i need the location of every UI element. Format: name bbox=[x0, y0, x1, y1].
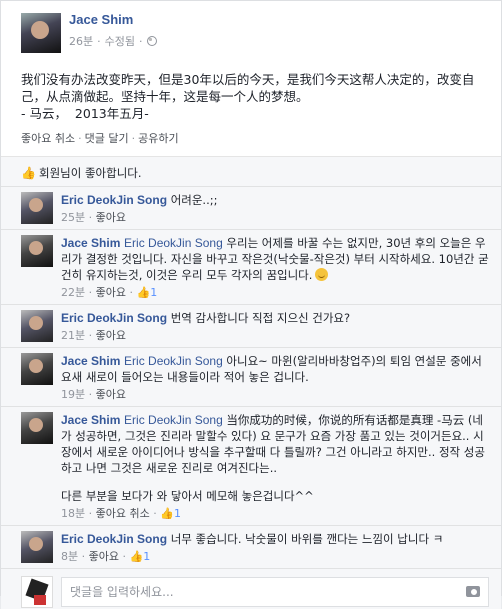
comment-placeholder: 댓글을 입력하세요... bbox=[70, 585, 174, 599]
unlike-link[interactable]: 취소 bbox=[130, 507, 150, 520]
thumbs-up-icon: 👍 bbox=[129, 550, 144, 563]
like-link[interactable]: 좋아요 bbox=[96, 388, 126, 401]
likes-text[interactable]: 회원님이 좋아합니다. bbox=[39, 165, 142, 181]
post-author[interactable]: Jace Shim bbox=[69, 11, 157, 29]
comment: Jace Shim Eric DeokJin Song 아니요~ 마윈(알리바바… bbox=[1, 348, 501, 407]
comment-author[interactable]: Eric DeokJin Song bbox=[61, 311, 167, 325]
unlike-button[interactable]: 좋아요 취소 bbox=[21, 132, 75, 145]
comment: Jace Shim Eric DeokJin Song 当你成功的时候，你说的所… bbox=[1, 407, 501, 526]
camera-icon[interactable] bbox=[466, 586, 480, 597]
globe-icon[interactable] bbox=[146, 36, 157, 46]
share-button[interactable]: 공유하기 bbox=[138, 132, 178, 145]
comment-author[interactable]: Jace Shim bbox=[61, 236, 120, 250]
post-text: 我们没有办法改变昨天，但是30年以后的今天，是我们今天这帮人决定的，改变自己，从… bbox=[21, 72, 475, 121]
avatar[interactable] bbox=[21, 412, 53, 444]
my-avatar[interactable] bbox=[21, 575, 53, 608]
like-count[interactable]: 1 bbox=[150, 286, 157, 299]
comment-text: 어려운..;; bbox=[170, 193, 218, 207]
post-time[interactable]: 26분 bbox=[69, 33, 93, 49]
comment: Eric DeokJin Song 번역 감사합니다 직접 지으신 건가요? 2… bbox=[1, 305, 501, 348]
like-link[interactable]: 좋아요 bbox=[89, 550, 119, 563]
avatar[interactable] bbox=[21, 235, 53, 267]
comment-time[interactable]: 8분 bbox=[61, 550, 78, 563]
mention-link[interactable]: Eric DeokJin Song bbox=[124, 413, 223, 427]
like-count[interactable]: 1 bbox=[174, 507, 181, 520]
avatar[interactable] bbox=[21, 192, 53, 224]
post-meta: 26분 · 수정됨 · bbox=[69, 33, 157, 49]
like-count[interactable]: 1 bbox=[143, 550, 150, 563]
comment-author[interactable]: Jace Shim bbox=[61, 413, 120, 427]
comment-author[interactable]: Eric DeokJin Song bbox=[61, 193, 167, 207]
comment-text-extra: 다른 부분을 보다가 와 닿아서 메모해 놓은겁니다^^ bbox=[61, 489, 314, 503]
avatar[interactable] bbox=[21, 531, 53, 563]
post-header: Jace Shim 26분 · 수정됨 · bbox=[21, 11, 489, 57]
like-link[interactable]: 좋아요 bbox=[96, 329, 126, 342]
avatar[interactable] bbox=[21, 353, 53, 385]
comment-button[interactable]: 댓글 달기 bbox=[85, 132, 129, 145]
post: Jace Shim 26분 · 수정됨 · 我们没有办法改变昨天，但是30年以后… bbox=[1, 1, 501, 150]
comment-input[interactable]: 댓글을 입력하세요... bbox=[61, 576, 489, 607]
avatar[interactable] bbox=[21, 310, 53, 342]
thumbs-up-icon: 👍 bbox=[136, 286, 151, 299]
author-avatar[interactable] bbox=[21, 13, 61, 53]
comment-author[interactable]: Eric DeokJin Song bbox=[61, 532, 167, 546]
mention-link[interactable]: Eric DeokJin Song bbox=[124, 354, 223, 368]
like-link[interactable]: 좋아요 bbox=[96, 211, 126, 224]
post-card: Jace Shim 26분 · 수정됨 · 我们没有办法改变昨天，但是30年以后… bbox=[0, 0, 502, 609]
reply-box: 댓글을 입력하세요... bbox=[1, 569, 501, 609]
thumbs-up-icon: 👍 bbox=[21, 165, 36, 180]
comment: Eric DeokJin Song 어려운..;; 25분 · 좋아요 bbox=[1, 187, 501, 230]
like-link[interactable]: 좋아요 bbox=[96, 507, 126, 520]
comment: Eric DeokJin Song 너무 좋습니다. 낙숫물이 바위를 깬다는 … bbox=[1, 526, 501, 569]
post-body: 我们没有办法改变昨天，但是30年以后的今天，是我们今天这帮人决定的，改变自己，从… bbox=[21, 71, 489, 122]
comment-time[interactable]: 19분 bbox=[61, 388, 85, 401]
post-actions: 좋아요 취소 · 댓글 달기 · 공유하기 bbox=[21, 132, 179, 145]
likes-summary: 👍 회원님이 좋아합니다. bbox=[1, 157, 501, 187]
smile-emoji-icon bbox=[315, 268, 329, 281]
like-link[interactable]: 좋아요 bbox=[96, 286, 126, 299]
comment-time[interactable]: 25분 bbox=[61, 211, 85, 224]
comment-text: 번역 감사합니다 직접 지으신 건가요? bbox=[170, 311, 351, 325]
comment-author[interactable]: Jace Shim bbox=[61, 354, 120, 368]
comment-time[interactable]: 18분 bbox=[61, 507, 85, 520]
thumbs-up-icon: 👍 bbox=[160, 507, 174, 520]
comments-area: 👍 회원님이 좋아합니다. Eric DeokJin Song 어려운..;; … bbox=[1, 156, 501, 609]
comment: Jace Shim Eric DeokJin Song 우리는 어제를 바꿀 수… bbox=[1, 230, 501, 305]
edited-link[interactable]: 수정됨 bbox=[105, 33, 135, 49]
mention-link[interactable]: Eric DeokJin Song bbox=[124, 236, 223, 250]
comment-time[interactable]: 22분 bbox=[61, 286, 85, 299]
comment-time[interactable]: 21분 bbox=[61, 329, 85, 342]
comment-text: 너무 좋습니다. 낙숫물이 바위를 깬다는 느낌이 납니다 ㅋ bbox=[170, 532, 444, 546]
